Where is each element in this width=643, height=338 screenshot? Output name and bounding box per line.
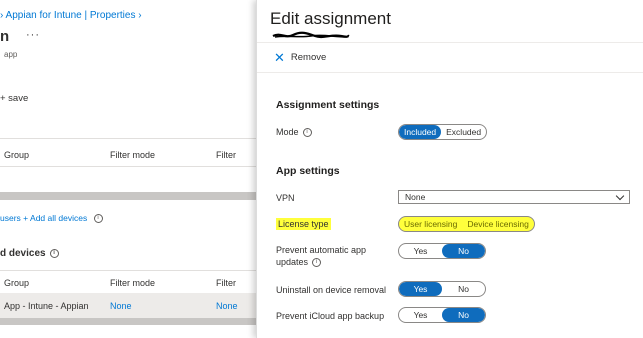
mode-excluded-option[interactable]: Excluded bbox=[441, 125, 486, 139]
add-users-link[interactable]: users bbox=[0, 213, 21, 223]
license-type-toggle[interactable]: User licensing Device licensing bbox=[398, 216, 535, 232]
divider bbox=[257, 42, 643, 43]
divider bbox=[0, 166, 256, 167]
panel-title: Edit assignment bbox=[270, 9, 391, 28]
info-icon[interactable]: i bbox=[302, 128, 312, 138]
column-header-filter-mode: Filter mode bbox=[110, 150, 156, 160]
vpn-dropdown[interactable]: None bbox=[398, 190, 630, 204]
prevent-auto-updates-toggle[interactable]: Yes No bbox=[398, 243, 486, 259]
horizontal-scrollbar[interactable] bbox=[0, 192, 256, 200]
horizontal-scrollbar[interactable] bbox=[0, 318, 256, 325]
table-row[interactable]: App - Intune - Appian None None bbox=[0, 293, 256, 318]
yes-option[interactable]: Yes bbox=[399, 282, 442, 296]
no-option[interactable]: No bbox=[442, 308, 485, 322]
license-type-label: License type bbox=[276, 218, 331, 230]
uninstall-on-removal-label: Uninstall on device removal bbox=[276, 285, 387, 295]
row-filter-mode[interactable]: None bbox=[110, 301, 132, 311]
no-option[interactable]: No bbox=[442, 244, 485, 258]
row-filter[interactable]: None bbox=[216, 301, 238, 311]
save-button[interactable]: + save bbox=[0, 93, 28, 104]
yes-option[interactable]: Yes bbox=[399, 308, 442, 322]
divider bbox=[0, 138, 256, 139]
uninstall-on-removal-toggle[interactable]: Yes No bbox=[398, 281, 486, 297]
user-licensing-option[interactable]: User licensing bbox=[399, 217, 462, 231]
column-header-group: Group bbox=[4, 150, 30, 160]
mode-toggle[interactable]: Included Excluded bbox=[398, 124, 488, 140]
column-header-filter-mode: Filter mode bbox=[110, 278, 156, 288]
row-group: App - Intune - Appian bbox=[4, 301, 89, 311]
column-header-filter: Filter bbox=[216, 278, 236, 288]
add-all-devices-link[interactable]: + Add all devices bbox=[23, 213, 87, 223]
mode-included-option[interactable]: Included bbox=[399, 125, 442, 139]
vpn-value: None bbox=[405, 192, 426, 202]
yes-option[interactable]: Yes bbox=[399, 244, 442, 258]
close-icon: ✕ bbox=[274, 50, 285, 65]
remove-label: Remove bbox=[290, 52, 327, 63]
add-links: users + Add all devices i bbox=[0, 213, 103, 224]
remove-button[interactable]: ✕ Remove bbox=[274, 51, 326, 64]
prevent-auto-updates-label: Prevent automatic app updates i bbox=[276, 245, 367, 268]
page-title: n bbox=[0, 28, 10, 45]
info-icon: i bbox=[93, 214, 103, 224]
chevron-down-icon bbox=[615, 191, 625, 200]
prevent-icloud-backup-label: Prevent iCloud app backup bbox=[276, 311, 385, 321]
column-header-filter: Filter bbox=[216, 150, 236, 160]
section-heading-devices: d devices i bbox=[0, 248, 59, 259]
column-header-group: Group bbox=[4, 278, 30, 288]
more-icon[interactable]: ··· bbox=[26, 29, 40, 41]
info-icon: i bbox=[49, 248, 59, 258]
page-subtitle: app bbox=[4, 50, 18, 59]
breadcrumb[interactable]: › Appian for Intune | Properties › bbox=[0, 10, 142, 21]
assignment-settings-heading: Assignment settings bbox=[276, 99, 380, 111]
prevent-icloud-backup-toggle[interactable]: Yes No bbox=[398, 307, 486, 323]
app-settings-heading: App settings bbox=[276, 165, 340, 177]
edit-assignment-panel: Edit assignment ✕ Remove Assignment sett… bbox=[256, 0, 643, 338]
divider bbox=[257, 72, 643, 73]
mode-label: Mode i bbox=[276, 126, 312, 138]
device-licensing-option[interactable]: Device licensing bbox=[462, 217, 533, 231]
background-page: › Appian for Intune | Properties › n ···… bbox=[0, 0, 256, 338]
vpn-label: VPN bbox=[276, 193, 295, 203]
info-icon[interactable]: i bbox=[312, 258, 322, 268]
redaction-scribble bbox=[272, 31, 350, 39]
no-option[interactable]: No bbox=[442, 282, 485, 296]
divider bbox=[0, 270, 256, 271]
